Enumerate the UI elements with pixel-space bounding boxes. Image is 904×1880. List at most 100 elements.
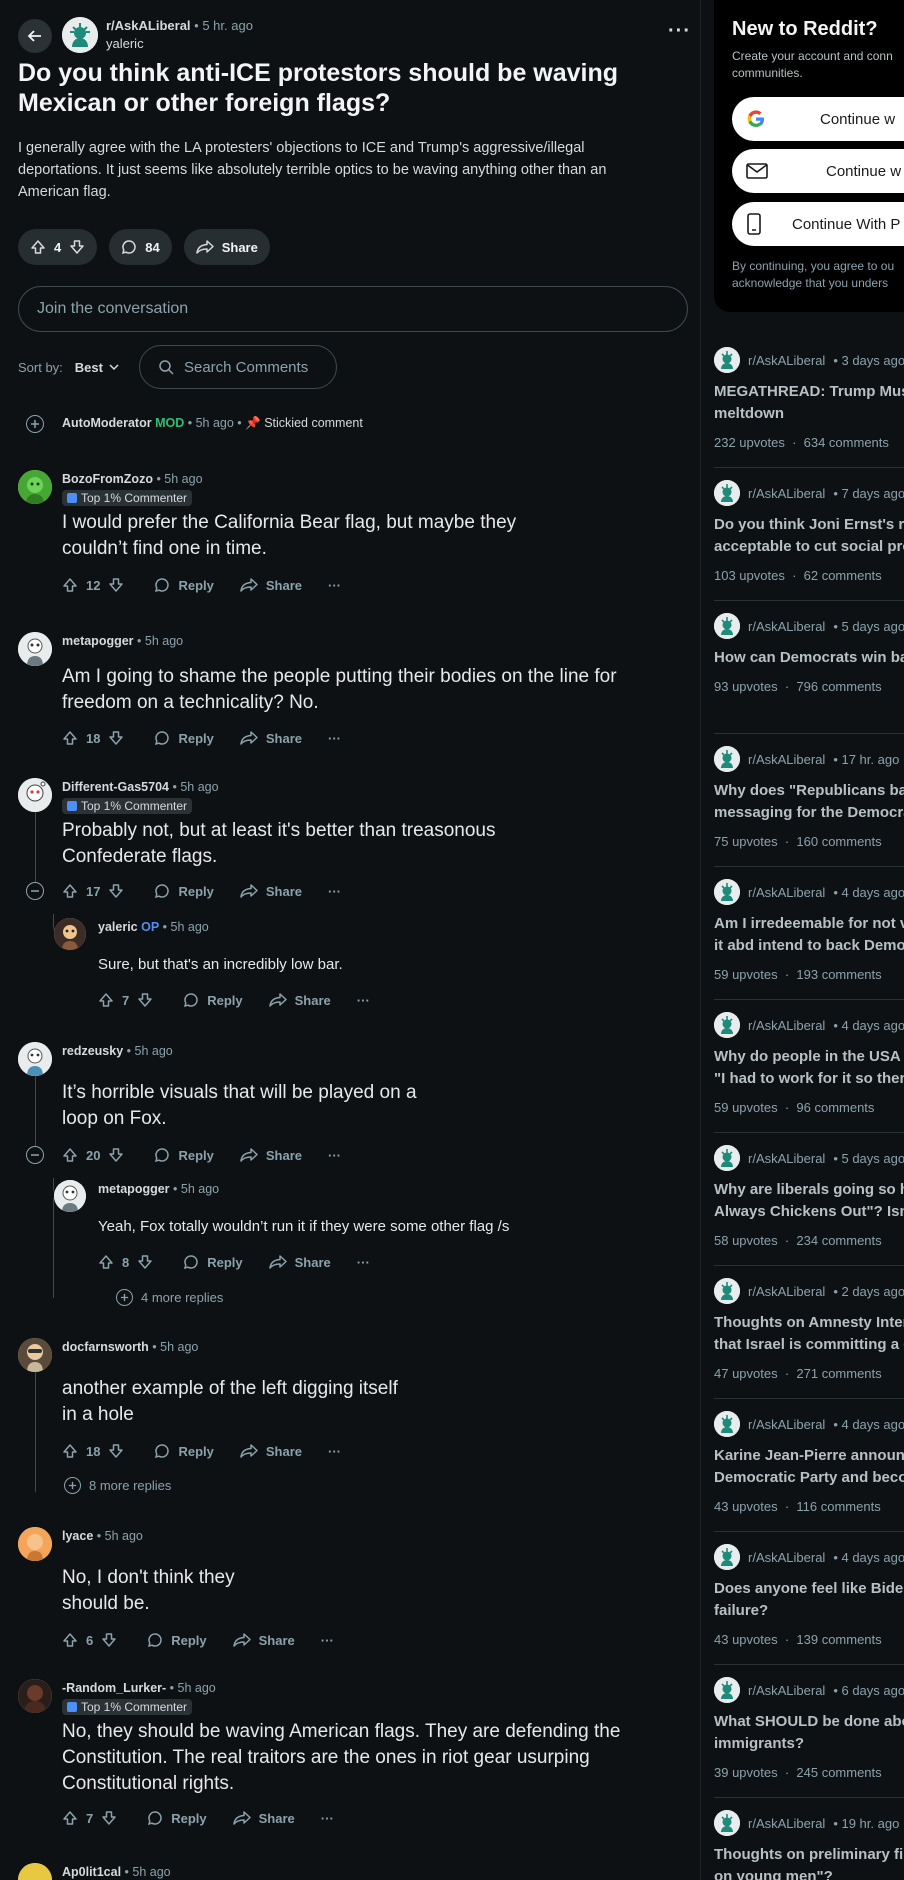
related-subreddit[interactable]: r/AskALiberal (748, 1417, 825, 1432)
post-share-button[interactable]: Share (183, 229, 270, 265)
reply-button[interactable]: Reply (154, 883, 214, 899)
related-subreddit[interactable]: r/AskALiberal (748, 486, 825, 501)
related-post[interactable]: r/AskALiberal • 5 days ago How can Democra… (714, 613, 904, 723)
comment-more-button[interactable]: ··· (328, 578, 341, 593)
sort-dropdown[interactable]: Best (75, 360, 119, 375)
avatar[interactable] (18, 778, 52, 812)
related-post-title[interactable]: How can Democrats win bac (714, 647, 904, 669)
comment-username[interactable]: lyace (62, 1529, 93, 1543)
comment-username[interactable]: -Random_Lurker- (62, 1681, 166, 1695)
search-comments-input[interactable]: Search Comments (138, 345, 337, 389)
continue-with-google-button[interactable]: Continue w (732, 97, 904, 141)
avatar[interactable] (54, 1180, 86, 1212)
comment-more-button[interactable]: ··· (357, 1255, 370, 1270)
comment-more-button[interactable]: ··· (321, 1811, 334, 1826)
more-replies-link[interactable]: 8 more replies (64, 1477, 171, 1494)
related-post-title[interactable]: Do you think Joni Ernst's re acceptable t… (714, 514, 904, 558)
reply-button[interactable]: Reply (147, 1632, 207, 1648)
join-conversation-input[interactable]: Join the conversation (18, 286, 688, 332)
upvote-icon[interactable] (62, 883, 78, 899)
reply-button[interactable]: Reply (147, 1810, 207, 1826)
share-button[interactable]: Share (268, 1254, 331, 1270)
downvote-icon[interactable] (108, 883, 124, 899)
related-subreddit[interactable]: r/AskALiberal (748, 1284, 825, 1299)
avatar[interactable] (18, 1042, 52, 1076)
related-post[interactable]: r/AskALiberal • 3 days ago MEGATHREAD: Tru… (714, 347, 904, 457)
comment-more-button[interactable]: ··· (357, 993, 370, 1008)
share-button[interactable]: Share (240, 1443, 302, 1459)
comment-more-button[interactable]: ··· (328, 1148, 341, 1163)
related-subreddit[interactable]: r/AskALiberal (748, 752, 825, 767)
comment-username[interactable]: Ap0lit1cal (62, 1865, 121, 1879)
reply-button[interactable]: Reply (154, 1443, 214, 1459)
downvote-icon[interactable] (137, 992, 153, 1008)
comment-more-button[interactable]: ··· (328, 1444, 341, 1459)
related-subreddit[interactable]: r/AskALiberal (748, 1550, 825, 1565)
share-button[interactable]: Share (240, 883, 302, 899)
post-comments-button[interactable]: 84 (109, 229, 172, 265)
avatar[interactable] (18, 470, 52, 504)
comment-more-button[interactable]: ··· (328, 884, 341, 899)
related-post-title[interactable]: What SHOULD be done abou immigrants? (714, 1711, 904, 1755)
upvote-icon[interactable] (30, 239, 46, 255)
related-post-title[interactable]: Why do people in the USA re "I had to wor… (714, 1046, 904, 1090)
comment-username[interactable]: AutoModerator (62, 416, 152, 430)
continue-with-email-button[interactable]: Continue w (732, 149, 904, 193)
comment-username[interactable]: BozoFromZozo (62, 472, 153, 486)
share-button[interactable]: Share (232, 1810, 295, 1826)
related-post[interactable]: r/AskALiberal • 7 days ago Do you think Jo… (714, 480, 904, 590)
reply-button[interactable]: Reply (154, 1147, 214, 1163)
post-author[interactable]: yaleric (106, 36, 144, 51)
related-subreddit[interactable]: r/AskALiberal (748, 1683, 825, 1698)
related-subreddit[interactable]: r/AskALiberal (748, 353, 825, 368)
back-button[interactable] (18, 19, 52, 53)
related-subreddit[interactable]: r/AskALiberal (748, 619, 825, 634)
upvote-icon[interactable] (98, 1254, 114, 1270)
related-post[interactable]: r/AskALiberal • 4 days ago Why do people i… (714, 1012, 904, 1122)
avatar[interactable] (18, 1338, 52, 1372)
related-post-title[interactable]: Thoughts on preliminary fin on young men"… (714, 1844, 904, 1880)
related-post-title[interactable]: Am I irredeemable for not v it abd intend… (714, 913, 904, 957)
reply-button[interactable]: Reply (154, 730, 214, 746)
downvote-icon[interactable] (108, 1443, 124, 1459)
related-post-title[interactable]: Why does "Republicans bad messaging for t… (714, 780, 904, 824)
related-subreddit[interactable]: r/AskALiberal (748, 1151, 825, 1166)
post-more-options-button[interactable]: ··· (668, 20, 691, 43)
share-button[interactable]: Share (240, 1147, 302, 1163)
downvote-icon[interactable] (137, 1254, 153, 1270)
share-button[interactable]: Share (240, 730, 302, 746)
comment-username[interactable]: metapogger (62, 634, 134, 648)
related-post-title[interactable]: Does anyone feel like Biden failure? (714, 1578, 904, 1622)
related-post[interactable]: r/AskALiberal • 19 hr. ago Thoughts on pre… (714, 1810, 904, 1880)
related-post-title[interactable]: Why are liberals going so ha Always Chick… (714, 1179, 904, 1223)
downvote-icon[interactable] (108, 1147, 124, 1163)
comment-username[interactable]: docfarnsworth (62, 1340, 149, 1354)
related-subreddit[interactable]: r/AskALiberal (748, 885, 825, 900)
collapse-thread-button[interactable] (26, 882, 44, 900)
share-button[interactable]: Share (232, 1632, 295, 1648)
related-post[interactable]: r/AskALiberal • 17 hr. ago Why does "Repub… (714, 746, 904, 856)
upvote-icon[interactable] (98, 992, 114, 1008)
upvote-icon[interactable] (62, 730, 78, 746)
upvote-icon[interactable] (62, 1632, 78, 1648)
related-post-title[interactable]: Karine Jean-Pierre announc Democratic Par… (714, 1445, 904, 1489)
comment-username[interactable]: metapogger (98, 1182, 170, 1196)
subreddit-name[interactable]: r/AskALiberal • 5 hr. ago (106, 18, 253, 33)
downvote-icon[interactable] (108, 730, 124, 746)
avatar[interactable] (18, 632, 52, 666)
reply-button[interactable]: Reply (183, 992, 243, 1008)
avatar[interactable] (54, 918, 86, 950)
upvote-icon[interactable] (62, 577, 78, 593)
comment-more-button[interactable]: ··· (321, 1633, 334, 1648)
related-post[interactable]: r/AskALiberal • 5 days ago Why are liberal… (714, 1145, 904, 1255)
related-post[interactable]: r/AskALiberal • 4 days ago Am I irredeemab… (714, 879, 904, 989)
subreddit-avatar[interactable] (62, 17, 98, 53)
related-post[interactable]: r/AskALiberal • 2 days ago Thoughts on Amn… (714, 1278, 904, 1388)
comment-username[interactable]: yaleric (98, 920, 138, 934)
downvote-icon[interactable] (101, 1810, 117, 1826)
upvote-icon[interactable] (62, 1147, 78, 1163)
downvote-icon[interactable] (69, 239, 85, 255)
upvote-icon[interactable] (62, 1443, 78, 1459)
related-post-title[interactable]: MEGATHREAD: Trump Mus meltdown (714, 381, 904, 425)
related-post[interactable]: r/AskALiberal • 4 days ago Karine Jean-Pie… (714, 1411, 904, 1521)
